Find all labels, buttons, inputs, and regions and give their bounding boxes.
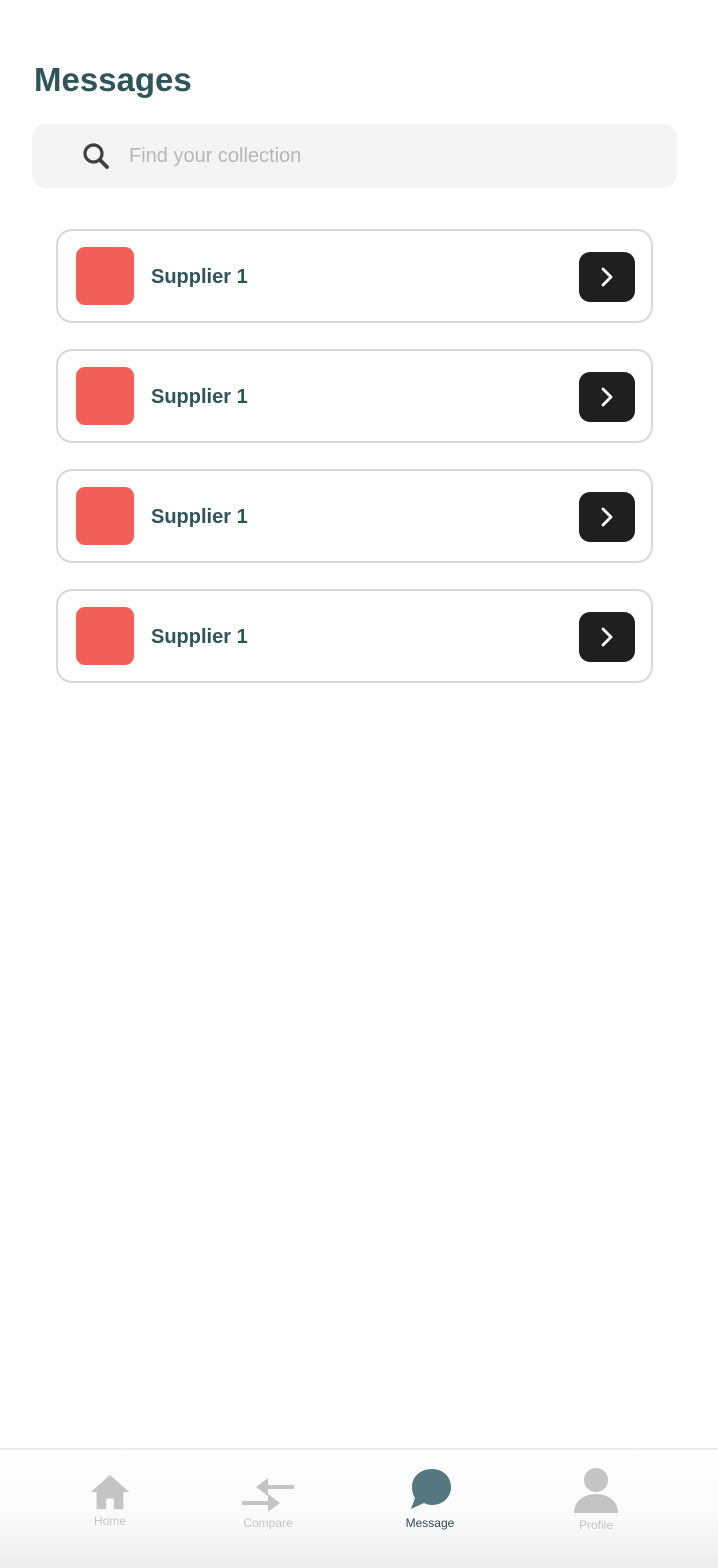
nav-label-profile: Profile [578,1518,613,1532]
nav-item-home[interactable]: Home [50,1450,170,1550]
nav-item-compare[interactable]: Compare [208,1450,328,1550]
supplier-name: Supplier 1 [151,266,248,288]
chevron-right-icon [601,507,613,527]
supplier-name: Supplier 1 [151,386,248,408]
bottom-nav: Home Compare Message Profile [0,1448,718,1568]
nav-item-profile[interactable]: Profile [536,1450,656,1550]
compare-arrows-icon [242,1478,294,1512]
open-conversation-button[interactable] [579,372,635,422]
chevron-right-icon [601,267,613,287]
supplier-name: Supplier 1 [151,506,248,528]
open-conversation-button[interactable] [579,612,635,662]
page-title: Messages [34,61,192,98]
supplier-avatar [76,247,134,305]
conversation-row[interactable]: Supplier 1 [56,229,653,323]
conversation-row[interactable]: Supplier 1 [56,349,653,443]
supplier-avatar [76,367,134,425]
open-conversation-button[interactable] [579,252,635,302]
user-icon [574,1468,618,1513]
chevron-right-icon [601,387,613,407]
supplier-name: Supplier 1 [151,626,248,648]
conversation-row[interactable]: Supplier 1 [56,469,653,563]
chevron-right-icon [601,627,613,647]
nav-label-message: Message [405,1516,455,1530]
supplier-avatar [76,487,134,545]
nav-label-home: Home [93,1514,126,1528]
nav-item-message[interactable]: Message [370,1450,490,1550]
conversation-list: Supplier 1 Supplier 1 Supplier 1 Supplie… [56,229,653,709]
open-conversation-button[interactable] [579,492,635,542]
chat-bubble-icon [411,1469,451,1509]
conversation-row[interactable]: Supplier 1 [56,589,653,683]
home-icon [90,1474,130,1510]
nav-label-compare: Compare [243,1516,293,1530]
search-bar[interactable] [32,124,677,188]
search-input[interactable] [129,124,669,188]
supplier-avatar [76,607,134,665]
search-icon [32,124,122,188]
